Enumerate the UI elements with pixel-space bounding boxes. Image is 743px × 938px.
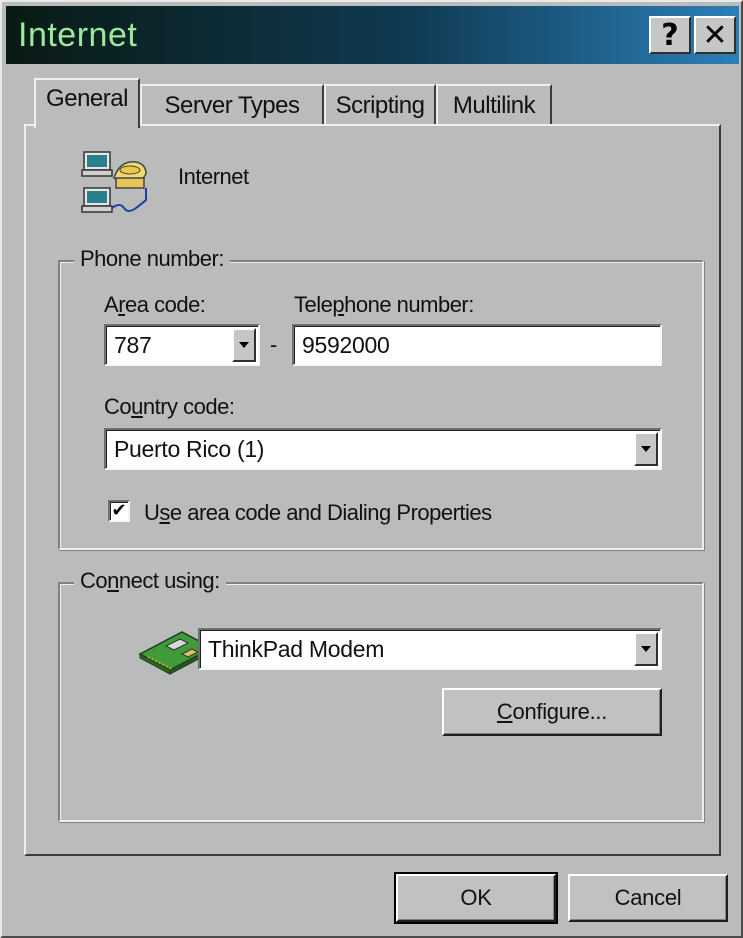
- tab-server-types[interactable]: Server Types: [140, 84, 324, 126]
- area-code-value: 787: [114, 331, 152, 358]
- phone-number-legend: Phone number:: [74, 246, 230, 272]
- connect-using-legend: Connect using:: [74, 568, 226, 594]
- ok-button[interactable]: OK: [394, 872, 558, 924]
- tab-scripting[interactable]: Scripting: [324, 84, 436, 126]
- modem-device-value: ThinkPad Modem: [208, 635, 385, 662]
- country-code-dropdown-button[interactable]: [634, 432, 658, 466]
- connection-name: Internet: [178, 164, 249, 189]
- chevron-down-icon: [239, 342, 249, 348]
- telephone-number-input[interactable]: 9592000: [292, 324, 662, 366]
- area-code-label: Area code:: [104, 292, 206, 317]
- country-code-label: Country code:: [104, 394, 235, 419]
- dialup-connection-icon: [81, 151, 147, 213]
- area-code-dropdown-button[interactable]: [232, 328, 256, 362]
- dialog-window: Internet ? ✕ General Server Types Script…: [0, 0, 743, 938]
- help-button[interactable]: ?: [649, 16, 691, 54]
- window-title: Internet: [18, 16, 138, 54]
- general-tab-panel: Internet Phone number: Area code: Teleph…: [24, 124, 721, 856]
- telephone-number-value: 9592000: [302, 331, 390, 358]
- country-code-combo[interactable]: Puerto Rico (1): [104, 428, 662, 470]
- area-code-separator: -: [270, 332, 278, 357]
- tab-general[interactable]: General: [34, 78, 140, 128]
- use-area-code-checkbox[interactable]: ✔: [108, 500, 130, 522]
- cancel-button[interactable]: Cancel: [568, 874, 728, 922]
- close-button[interactable]: ✕: [694, 16, 736, 54]
- phone-number-group: Phone number: Area code: Telephone numbe…: [58, 246, 704, 550]
- use-area-code-label[interactable]: Use area code and Dialing Properties: [144, 500, 492, 526]
- modem-device-dropdown-button[interactable]: [634, 632, 658, 666]
- area-code-combo[interactable]: 787: [104, 324, 260, 366]
- modem-device-combo[interactable]: ThinkPad Modem: [198, 628, 662, 670]
- title-bar[interactable]: Internet ? ✕: [6, 6, 739, 64]
- tab-multilink[interactable]: Multilink: [436, 84, 552, 126]
- chevron-down-icon: [641, 446, 651, 452]
- connect-using-group: Connect using: ThinkPad Modem Configure.…: [58, 568, 704, 822]
- country-code-value: Puerto Rico (1): [114, 435, 265, 462]
- telephone-number-label: Telephone number:: [294, 292, 474, 317]
- chevron-down-icon: [641, 646, 651, 652]
- configure-button[interactable]: Configure...: [442, 688, 662, 736]
